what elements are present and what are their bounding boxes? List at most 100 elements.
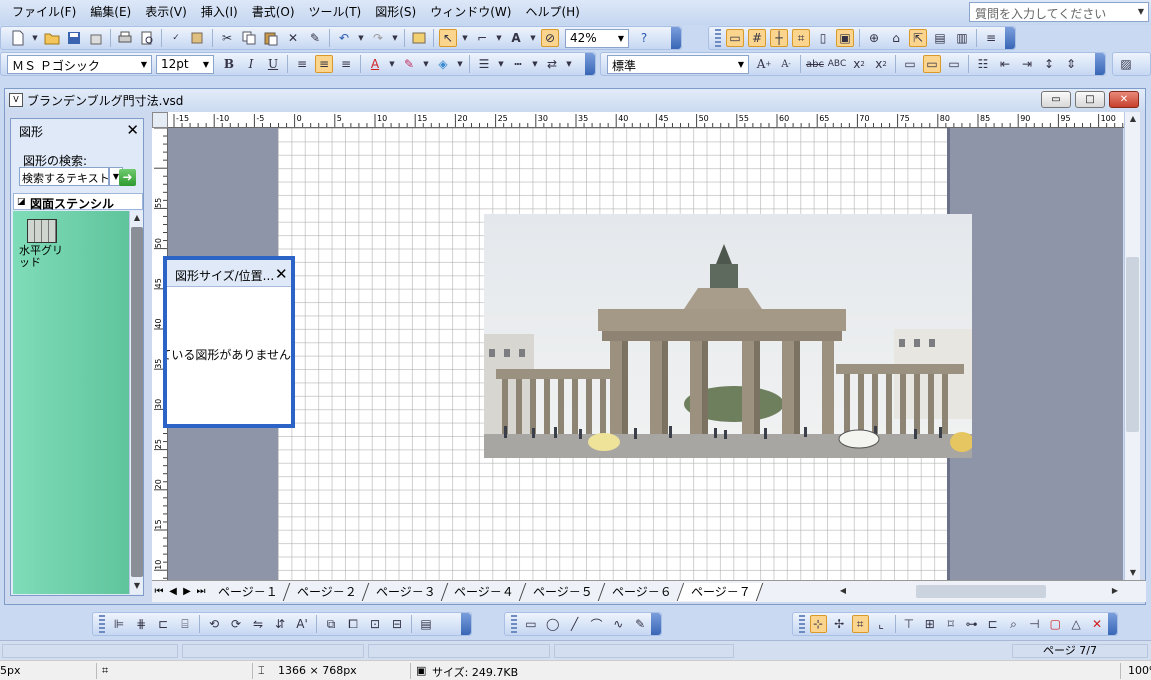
distribute-shapes-icon[interactable]: ⋕ — [132, 615, 150, 633]
drawing-canvas[interactable] — [168, 128, 1123, 580]
rectangle-tool-icon[interactable]: ▭ — [522, 615, 540, 633]
flip-horizontal-icon[interactable]: ⇋ — [249, 615, 267, 633]
snap-connections-icon[interactable]: ⊶ — [963, 615, 980, 633]
rotate-left-icon[interactable]: ⟲ — [205, 615, 223, 633]
horizontal-grid-shape-icon[interactable] — [27, 219, 57, 243]
menu-help[interactable]: ヘルプ(H) — [518, 0, 586, 25]
picture-icon[interactable]: ▨ — [1117, 55, 1135, 73]
glue-icon[interactable]: ✢ — [831, 615, 848, 633]
spelling-icon[interactable]: ✓ — [167, 29, 185, 47]
scroll-down-icon[interactable]: ▼ — [130, 579, 144, 593]
page-tab-4[interactable]: ページ－４ — [441, 582, 527, 601]
help-search-input[interactable]: 質問を入力してください ▼ — [969, 2, 1149, 22]
toolbar-options-icon[interactable] — [461, 613, 471, 635]
line-tool-icon[interactable]: ╱ — [566, 615, 584, 633]
connection-points-icon[interactable]: ⌗ — [792, 29, 810, 47]
zoom-in-icon[interactable]: ⊕ — [865, 29, 883, 47]
undo-icon[interactable]: ↶ — [335, 29, 353, 47]
rotate-right-icon[interactable]: ⟳ — [227, 615, 245, 633]
snap-search-icon[interactable]: ⌕ — [1005, 615, 1022, 633]
toolbar-grip[interactable] — [511, 615, 517, 633]
shape-search-input[interactable]: 検索するテキスト — [19, 167, 109, 186]
snap-triangle-icon[interactable]: △ — [1068, 615, 1085, 633]
align-bottom-icon[interactable]: ▭ — [945, 55, 963, 73]
font-color-icon[interactable]: A — [366, 55, 384, 73]
page-tab-2[interactable]: ページ－２ — [283, 582, 369, 601]
snap-alignment-icon[interactable]: ⊣ — [1026, 615, 1043, 633]
stencil-scrollbar[interactable]: ▲ ▼ — [129, 211, 143, 594]
snap-box-icon[interactable]: ▢ — [1047, 615, 1064, 633]
menu-window[interactable]: ウィンドウ(W) — [423, 0, 518, 25]
chevron-down-icon[interactable]: ▼ — [1135, 4, 1147, 20]
text-tool-icon[interactable]: A — [507, 29, 525, 47]
bullets-icon[interactable]: ☷ — [974, 55, 992, 73]
close-icon[interactable]: ✕ — [275, 265, 288, 283]
arc-tool-icon[interactable]: ⌒ — [588, 615, 606, 633]
chevron-down-icon[interactable]: ▼ — [357, 29, 365, 47]
pan-zoom-icon[interactable]: ⊘ — [541, 29, 559, 47]
pencil-tool-icon[interactable]: ✎ — [631, 615, 649, 633]
scroll-up-icon[interactable]: ▲ — [130, 211, 144, 225]
chevron-down-icon[interactable]: ▼ — [495, 29, 503, 47]
toolbar-grip[interactable] — [715, 29, 721, 47]
snap-to-ruler-icon[interactable]: ⌞ — [873, 615, 890, 633]
scrollbar-thumb[interactable] — [1126, 257, 1139, 432]
menu-format[interactable]: 書式(O) — [245, 0, 302, 25]
chevron-down-icon[interactable]: ▼ — [456, 55, 464, 73]
help-icon[interactable]: ? — [635, 29, 653, 47]
line-pattern-icon[interactable]: ┅ — [509, 55, 527, 73]
search-go-button[interactable]: ➜ — [119, 169, 136, 186]
chevron-down-icon[interactable]: ▼ — [497, 55, 505, 73]
toolbar-grip[interactable] — [799, 615, 805, 633]
page-tab-3[interactable]: ページ－３ — [362, 582, 448, 601]
snap-to-grid-icon[interactable]: ⌗ — [851, 615, 869, 633]
increase-spacing-icon[interactable]: ⇕ — [1062, 55, 1080, 73]
size-position-icon[interactable]: ⇱ — [909, 29, 927, 47]
text-rotate-icon[interactable]: A' — [293, 615, 311, 633]
chevron-down-icon[interactable]: ▼ — [565, 55, 573, 73]
toolbar-options-icon[interactable] — [1107, 613, 1117, 635]
chevron-down-icon[interactable]: ▼ — [735, 57, 747, 72]
research-icon[interactable] — [189, 29, 207, 47]
cut-icon[interactable]: ✂ — [218, 29, 236, 47]
chevron-down-icon[interactable]: ▼ — [391, 29, 399, 47]
snap-icon[interactable]: ⊹ — [809, 615, 827, 633]
layout-icon[interactable]: ⌸ — [176, 615, 194, 633]
minimize-button[interactable]: ▭ — [1041, 91, 1071, 108]
ungroup-icon[interactable]: ⊟ — [388, 615, 406, 633]
pointer-tool-icon[interactable]: ↖ — [439, 29, 457, 47]
redo-icon[interactable]: ↷ — [369, 29, 387, 47]
close-button[interactable]: ✕ — [1109, 91, 1139, 108]
page-tab-7[interactable]: ページ－７ — [677, 582, 763, 601]
chevron-down-icon[interactable]: ▼ — [615, 31, 627, 46]
chevron-down-icon[interactable]: ▼ — [529, 29, 537, 47]
toolbar-options-icon[interactable] — [651, 613, 662, 635]
format-shape-icon[interactable]: ▤ — [417, 615, 435, 633]
permission-icon[interactable] — [87, 29, 105, 47]
superscript-icon[interactable]: x2 — [850, 55, 868, 73]
print-icon[interactable] — [116, 29, 134, 47]
previous-page-icon[interactable]: ◀ — [166, 586, 180, 597]
align-right-icon[interactable]: ≡ — [337, 55, 355, 73]
connector-tool-icon[interactable]: ⌐ — [473, 29, 491, 47]
print-preview-icon[interactable] — [138, 29, 156, 47]
decrease-font-icon[interactable]: A- — [777, 55, 795, 73]
page-tab-6[interactable]: ページ－６ — [598, 582, 684, 601]
scroll-right-icon[interactable]: ▶ — [1108, 584, 1122, 598]
menu-insert[interactable]: 挿入(I) — [194, 0, 245, 25]
align-top-icon[interactable]: ▭ — [901, 55, 919, 73]
fill-color-icon[interactable]: ◈ — [434, 55, 452, 73]
group-icon[interactable]: ⊡ — [366, 615, 384, 633]
align-shapes-icon[interactable]: ⊫ — [110, 615, 128, 633]
page-tab-1[interactable]: ページ－１ — [204, 582, 291, 601]
menu-tools[interactable]: ツール(T) — [302, 0, 369, 25]
snap-clear-icon[interactable]: ✕ — [1089, 615, 1106, 633]
toolbar-options-icon[interactable] — [1095, 53, 1105, 75]
horizontal-scrollbar[interactable]: ◀ ▶ — [836, 582, 1146, 601]
chevron-down-icon[interactable]: ▼ — [422, 55, 430, 73]
scrollbar-thumb[interactable] — [916, 585, 1046, 598]
bring-front-icon[interactable]: ⧉ — [322, 615, 340, 633]
ellipse-tool-icon[interactable]: ◯ — [544, 615, 562, 633]
bold-icon[interactable]: B — [220, 55, 238, 73]
format-painter-icon[interactable]: ✎ — [306, 29, 324, 47]
